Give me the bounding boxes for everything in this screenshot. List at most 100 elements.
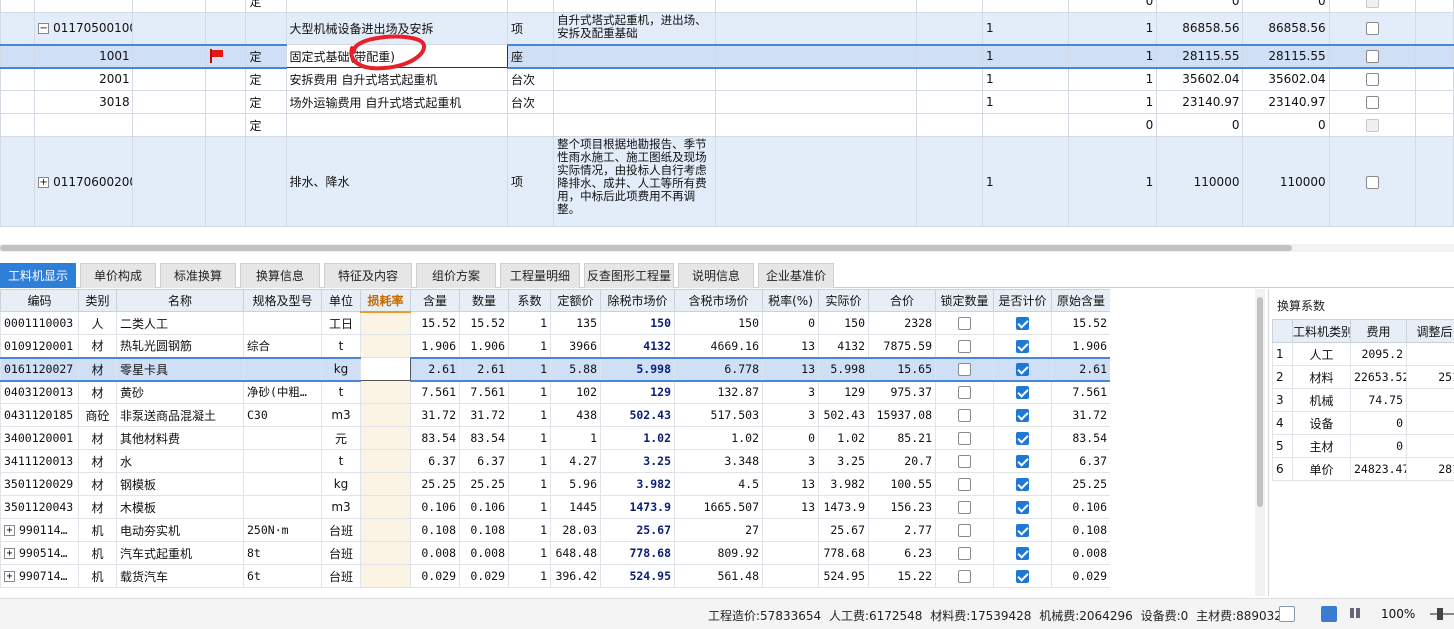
- priced-checkbox[interactable]: [1016, 317, 1029, 330]
- coefficient-row[interactable]: 4 设备 0: [1272, 411, 1454, 435]
- zoom-slider-handle[interactable]: [1437, 608, 1443, 620]
- tab-7[interactable]: 反查图形工程量: [584, 263, 674, 288]
- lock-qty-checkbox[interactable]: [958, 570, 971, 583]
- item-row[interactable]: −011705001002 大型机械设备进出场及安拆项自升式塔式起重机，进出场、安…: [0, 12, 1454, 45]
- priced-checkbox[interactable]: [1016, 524, 1029, 537]
- resource-row[interactable]: 0109120001 材热轧光圆钢筋 综合 t 1.906 1.906 1 3966 4132 4…: [0, 334, 1110, 358]
- priced-checkbox[interactable]: [1016, 547, 1029, 560]
- scrollbar-thumb[interactable]: [1257, 297, 1263, 507]
- cell-loss[interactable]: [360, 449, 411, 473]
- item-code-cell[interactable]: −011705001002: [34, 12, 134, 45]
- lock-qty-checkbox[interactable]: [958, 409, 971, 422]
- resource-row[interactable]: +990114… 机电动夯实机 250N·m 台班 0.108 0.108 1 28.03 25…: [0, 518, 1110, 542]
- resource-row[interactable]: 0001110003 人二类人工 工日 15.52 15.52 1 135 150 150 0 15…: [0, 311, 1110, 335]
- item-name[interactable]: 大型机械设备进出场及安拆: [285, 12, 509, 45]
- tab-1[interactable]: 单价构成: [80, 263, 156, 288]
- resource-row[interactable]: 3411120013 材水 t 6.37 6.37 1 4.27 3.25 3.348 3 3.25…: [0, 449, 1110, 473]
- cell-loss[interactable]: [360, 380, 411, 404]
- resource-row[interactable]: +990514… 机汽车式起重机 8t 台班 0.008 0.008 1 648.48 778.…: [0, 541, 1110, 565]
- split-view-icon[interactable]: [1321, 606, 1337, 622]
- cell-loss[interactable]: [360, 472, 411, 496]
- item-code-cell[interactable]: [34, 113, 134, 137]
- column-header[interactable]: 名称: [116, 289, 244, 312]
- item-name[interactable]: 排水、降水: [285, 136, 509, 227]
- coefficient-row[interactable]: 1 人工 2095.2: [1272, 342, 1454, 366]
- vertical-scrollbar[interactable]: [1255, 289, 1265, 596]
- coefficient-row[interactable]: 3 机械 74.75: [1272, 388, 1454, 412]
- lock-qty-checkbox[interactable]: [958, 363, 971, 376]
- resource-row[interactable]: 3400120001 材其他材料费元 83.54 83.54 1 1 1.02 1.02 0 1.…: [0, 426, 1110, 450]
- priced-checkbox[interactable]: [1016, 478, 1029, 491]
- row-checkbox[interactable]: [1365, 22, 1379, 36]
- item-row[interactable]: +011706002001 排水、降水项整个项目根据地勘报告、季节性雨水施工、施工…: [0, 136, 1454, 227]
- row-checkbox[interactable]: [1365, 0, 1379, 8]
- priced-checkbox[interactable]: [1016, 339, 1029, 353]
- tab-4[interactable]: 特征及内容: [324, 263, 412, 288]
- item-row[interactable]: 定000: [0, 0, 1454, 13]
- column-header[interactable]: 是否计价: [993, 289, 1052, 312]
- resource-row[interactable]: 0431120185 商砼 非泵送商品混凝土 C30 m3 31.72 31.72 1 438 5…: [0, 403, 1110, 427]
- cell-loss[interactable]: [360, 426, 411, 450]
- tab-8[interactable]: 说明信息: [678, 263, 754, 288]
- expand-icon[interactable]: +: [38, 176, 50, 188]
- layout-toggle-icon[interactable]: [1279, 606, 1295, 622]
- item-code-cell[interactable]: +011706002001: [34, 136, 134, 227]
- tab-3[interactable]: 换算信息: [240, 263, 320, 288]
- cell-loss[interactable]: [360, 541, 411, 565]
- item-row[interactable]: 3018 定场外运输费用 自升式塔式起重机 台次 1 1 23140.97 23140.97: [0, 90, 1454, 114]
- priced-checkbox[interactable]: [1016, 455, 1029, 468]
- tab-6[interactable]: 工程量明细: [500, 263, 580, 288]
- cell-loss[interactable]: [360, 403, 411, 427]
- column-header[interactable]: 单位: [321, 289, 361, 312]
- column-header[interactable]: 系数: [508, 289, 551, 312]
- horizontal-scrollbar[interactable]: [0, 244, 1454, 252]
- resource-row[interactable]: 3501120029 材钢模板 kg 25.25 25.25 1 5.96 3.982 4.5 1…: [0, 472, 1110, 496]
- cell-loss[interactable]: [360, 518, 411, 542]
- resource-row[interactable]: 0161120027 材零星卡具 kg 2.61 2.61 1 5.88 5.998 6.778…: [0, 356, 1110, 382]
- resource-row[interactable]: 3501120043 材木模板 m3 0.106 0.106 1 1445 1473.9 166…: [0, 495, 1110, 519]
- cell-loss[interactable]: [360, 564, 411, 588]
- priced-checkbox[interactable]: [1016, 501, 1029, 514]
- column-header[interactable]: 原始含量: [1051, 289, 1110, 312]
- column-header[interactable]: 规格及型号: [243, 289, 322, 312]
- tab-5[interactable]: 组价方案: [416, 263, 496, 288]
- lock-qty-checkbox[interactable]: [958, 339, 971, 353]
- expand-icon[interactable]: +: [4, 571, 15, 582]
- scrollbar-thumb[interactable]: [0, 245, 1292, 251]
- column-header[interactable]: 含量: [410, 289, 460, 312]
- item-code-cell[interactable]: 1001: [34, 43, 134, 69]
- collapse-icon[interactable]: −: [38, 23, 50, 35]
- column-header[interactable]: 合价: [868, 289, 936, 312]
- cell-loss[interactable]: [360, 311, 411, 335]
- priced-checkbox[interactable]: [1016, 432, 1029, 445]
- expand-icon[interactable]: +: [4, 548, 15, 559]
- lock-qty-checkbox[interactable]: [958, 501, 971, 514]
- expand-icon[interactable]: +: [4, 525, 15, 536]
- item-code-cell[interactable]: 2001: [34, 67, 134, 91]
- row-checkbox[interactable]: [1365, 175, 1379, 189]
- column-header[interactable]: 数量: [459, 289, 509, 312]
- priced-checkbox[interactable]: [1016, 386, 1029, 400]
- lock-qty-checkbox[interactable]: [958, 386, 971, 400]
- row-checkbox[interactable]: [1365, 119, 1379, 132]
- priced-checkbox[interactable]: [1016, 570, 1029, 583]
- item-name[interactable]: [285, 113, 509, 137]
- lock-qty-checkbox[interactable]: [958, 478, 971, 491]
- lock-qty-checkbox[interactable]: [958, 317, 971, 330]
- item-name[interactable]: 场外运输费用 自升式塔式起重机: [285, 90, 509, 114]
- resource-row[interactable]: 0403120013 材黄砂 净砂(中粗… t 7.561 7.561 1 102 129 132…: [0, 380, 1110, 404]
- row-checkbox[interactable]: [1365, 50, 1379, 63]
- lock-qty-checkbox[interactable]: [958, 432, 971, 445]
- tab-2[interactable]: 标准换算: [160, 263, 236, 288]
- priced-checkbox[interactable]: [1016, 363, 1029, 376]
- column-header[interactable]: 编码: [0, 289, 79, 312]
- lock-qty-checkbox[interactable]: [958, 524, 971, 537]
- cell-loss[interactable]: [360, 334, 411, 358]
- column-header[interactable]: 损耗率: [360, 289, 411, 313]
- lock-qty-checkbox[interactable]: [958, 547, 971, 560]
- coefficient-row[interactable]: 6单价24823.47281: [1272, 457, 1454, 481]
- coefficient-row[interactable]: 5 主材 0: [1272, 434, 1454, 458]
- item-name[interactable]: 固定式基础(带配重): [285, 44, 509, 68]
- column-header[interactable]: 定额价: [550, 289, 601, 312]
- column-header[interactable]: 除税市场价: [600, 289, 675, 312]
